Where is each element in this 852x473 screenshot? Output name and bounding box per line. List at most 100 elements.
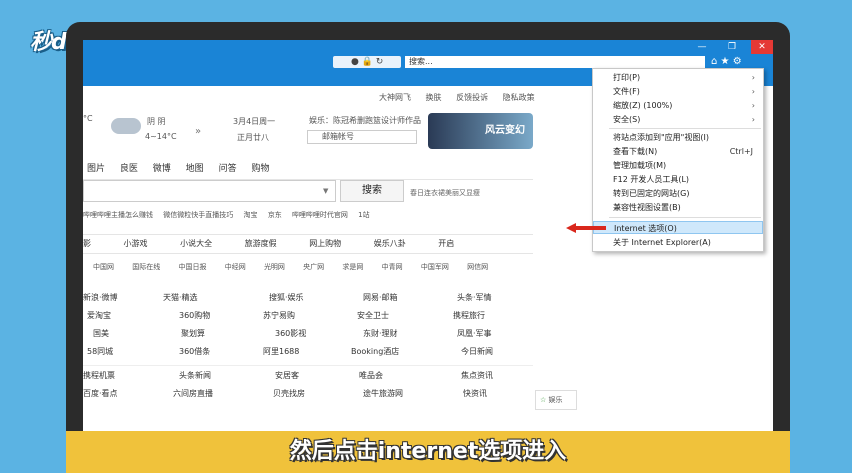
menu-item-safety[interactable]: 安全(S) › — [593, 113, 763, 126]
site-link[interactable]: 今日新闻 — [461, 346, 493, 357]
media-link[interactable]: 央广网 — [303, 263, 324, 271]
chevron-down-icon[interactable]: ▼ — [323, 187, 328, 195]
media-link[interactable]: 中国日报 — [178, 263, 206, 271]
site-link[interactable]: 360购物 — [179, 310, 210, 321]
favorites-icon[interactable]: ★ — [721, 56, 730, 67]
site-link[interactable]: 360借条 — [179, 346, 210, 357]
menu-label: 关于 Internet Explorer(A) — [613, 238, 711, 247]
menu-item-pinned-sites[interactable]: 转到已固定的网站(G) — [593, 187, 763, 200]
site-link[interactable]: 凤凰·军事 — [457, 328, 492, 339]
category-item[interactable]: 网上购物 — [309, 239, 341, 248]
site-link[interactable]: 携程机票 — [83, 370, 115, 381]
menu-separator — [609, 217, 761, 218]
site-link[interactable]: 天猫·精选 — [163, 292, 198, 303]
site-link[interactable]: 360影视 — [275, 328, 306, 339]
media-link[interactable]: 国际在线 — [132, 263, 160, 271]
tab-shopping[interactable]: 购物 — [251, 164, 269, 174]
top-link[interactable]: 换肤 — [426, 93, 442, 102]
menu-item-devtools[interactable]: F12 开发人员工具(L) — [593, 173, 763, 186]
site-link[interactable]: 安全卫士 — [357, 310, 389, 321]
gear-icon[interactable]: ⚙ — [733, 56, 742, 67]
chevron-right-icon: › — [751, 73, 755, 82]
tab-map[interactable]: 地图 — [186, 164, 204, 174]
menu-item-compat-view[interactable]: 兼容性视图设置(B) — [593, 201, 763, 214]
minimize-button[interactable]: — — [691, 40, 713, 54]
site-link[interactable]: 国美 — [93, 328, 109, 339]
media-link[interactable]: 中国军网 — [421, 263, 449, 271]
site-link[interactable]: 聚划算 — [181, 328, 205, 339]
site-link[interactable]: 阿里1688 — [263, 346, 299, 357]
category-item[interactable]: 小游戏 — [124, 239, 148, 248]
hot-link[interactable]: 微信微粒快手直播技巧 — [163, 211, 233, 219]
menu-item-add-to-apps[interactable]: 将站点添加到"应用"视图(I) — [593, 131, 763, 144]
menu-item-print[interactable]: 打印(P) › — [593, 71, 763, 84]
maximize-button[interactable]: ❐ — [721, 40, 743, 54]
hot-link[interactable]: 哔哩哔哩主播怎么赚钱 — [83, 211, 153, 219]
hot-link[interactable]: 淘宝 — [243, 211, 257, 219]
browser-titlebar: — ❐ ✕ — [83, 40, 773, 54]
media-link[interactable]: 中青网 — [382, 263, 403, 271]
media-link[interactable]: 网信网 — [467, 263, 488, 271]
top-link[interactable]: 隐私政策 — [503, 93, 535, 102]
site-link[interactable]: 网易·邮箱 — [363, 292, 398, 303]
site-link[interactable]: 苏宁易购 — [263, 310, 295, 321]
mail-input[interactable]: 邮箱帐号 — [307, 130, 417, 144]
hot-link[interactable]: 京东 — [268, 211, 282, 219]
category-item[interactable]: 旅游度假 — [245, 239, 277, 248]
search-button[interactable]: 搜索 — [340, 180, 404, 202]
tab-images[interactable]: 图片 — [87, 164, 105, 174]
media-link[interactable]: 光明网 — [264, 263, 285, 271]
site-link[interactable]: 头条·军情 — [457, 292, 492, 303]
entertainment-widget[interactable]: ☆ 娱乐 — [535, 390, 577, 410]
menu-item-zoom[interactable]: 缩放(Z) (100%) › — [593, 99, 763, 112]
site-link[interactable]: 百度·看点 — [83, 388, 118, 399]
tab-weibo[interactable]: 微博 — [153, 164, 171, 174]
media-links: 中国网 国际在线 中国日报 中经网 光明网 央广网 求是网 中青网 中国军网 网… — [83, 258, 533, 276]
lock-icon: ● 🔒 ↻ — [351, 57, 384, 67]
site-link[interactable]: Booking酒店 — [351, 346, 399, 357]
hot-link[interactable]: 1站 — [358, 211, 369, 219]
top-link[interactable]: 大神网飞 — [379, 93, 411, 102]
site-link[interactable]: 途牛旅游网 — [363, 388, 403, 399]
site-link[interactable]: 东财·理财 — [363, 328, 398, 339]
main-search-input[interactable] — [83, 180, 336, 202]
site-link[interactable]: 携程旅行 — [453, 310, 485, 321]
menu-item-downloads[interactable]: 查看下载(N) Ctrl+J — [593, 145, 763, 158]
category-item[interactable]: 小说大全 — [180, 239, 212, 248]
close-button[interactable]: ✕ — [751, 40, 773, 54]
site-link[interactable]: 安居客 — [275, 370, 299, 381]
menu-item-file[interactable]: 文件(F) › — [593, 85, 763, 98]
category-item[interactable]: 娱乐八卦 — [374, 239, 406, 248]
site-link[interactable]: 唯品会 — [359, 370, 383, 381]
search-input[interactable]: 搜索... — [405, 56, 705, 68]
site-link[interactable]: 六间房直播 — [173, 388, 213, 399]
site-link[interactable]: 搜狐·娱乐 — [269, 292, 304, 303]
menu-item-about-ie[interactable]: 关于 Internet Explorer(A) — [593, 236, 763, 249]
menu-label: 兼容性视图设置(B) — [613, 203, 681, 212]
home-icon[interactable]: ⌂ — [711, 56, 717, 67]
tab-qa[interactable]: 问答 — [219, 164, 237, 174]
menu-item-addons[interactable]: 管理加载项(M) — [593, 159, 763, 172]
site-link[interactable]: 爱淘宝 — [87, 310, 111, 321]
top-link[interactable]: 反馈投诉 — [456, 93, 488, 102]
media-link[interactable]: 求是网 — [342, 263, 363, 271]
chevron-right-icon[interactable]: » — [195, 126, 201, 137]
ad-banner[interactable]: 风云变幻 — [428, 113, 533, 149]
category-item[interactable]: 影 — [83, 239, 91, 248]
site-link[interactable]: 58同城 — [87, 346, 113, 357]
site-link[interactable]: 贝壳找房 — [273, 388, 305, 399]
menu-item-internet-options[interactable]: Internet 选项(O) — [593, 221, 763, 234]
site-link[interactable]: 头条新闻 — [179, 370, 211, 381]
entertainment-widget-label: 娱乐 — [548, 396, 563, 404]
media-link[interactable]: 中经网 — [225, 263, 246, 271]
entertainment-news[interactable]: 娱乐：陈冠希删跑篮设计师作品 — [309, 115, 421, 126]
hot-query[interactable]: 春日连衣裙美丽又显瘦 — [410, 188, 480, 198]
site-link[interactable]: 快资讯 — [463, 388, 487, 399]
top-links: 大神网飞 换肤 反馈投诉 隐私政策 — [379, 92, 547, 103]
category-toggle[interactable]: 开启 — [438, 239, 454, 248]
hot-link[interactable]: 哔哩哔哩时代官网 — [292, 211, 348, 219]
media-link[interactable]: 中国网 — [93, 263, 114, 271]
site-link[interactable]: 焦点资讯 — [461, 370, 493, 381]
site-link[interactable]: 新浪·微博 — [83, 292, 118, 303]
tab-doctor[interactable]: 良医 — [120, 164, 138, 174]
